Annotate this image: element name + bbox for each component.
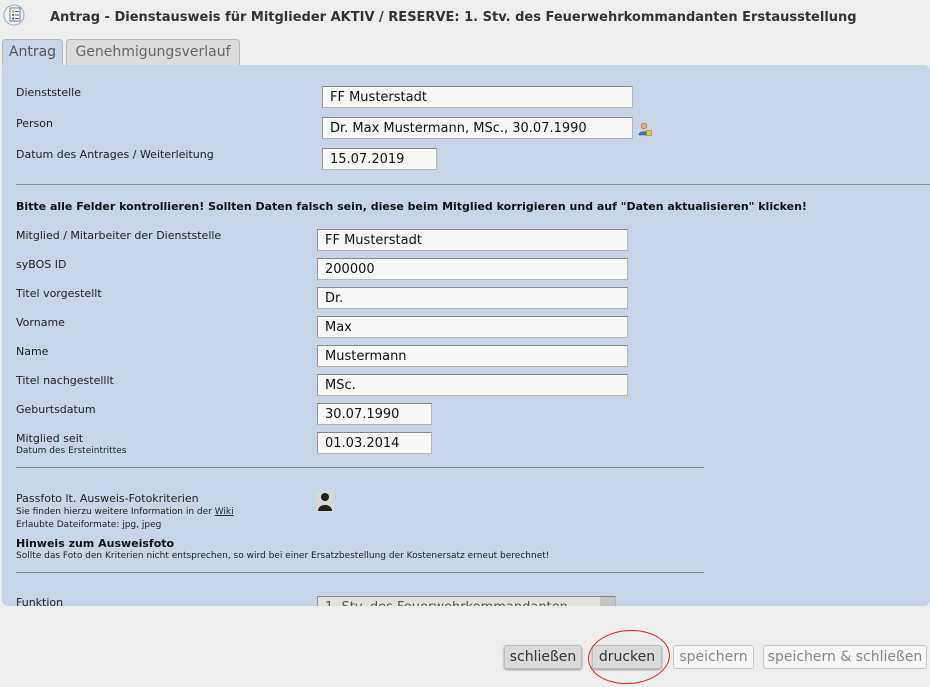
- save-button[interactable]: speichern: [673, 645, 754, 669]
- name-label: Name: [16, 345, 49, 358]
- titel-nachgestellt-field[interactable]: MSc.: [317, 374, 628, 396]
- mitglied-seit-field[interactable]: 01.03.2014: [317, 432, 432, 454]
- geburtsdatum-field[interactable]: 30.07.1990: [317, 403, 432, 425]
- antragsdatum-label: Datum des Antrages / Weiterleitung: [16, 148, 214, 161]
- tab-genehmigungsverlauf[interactable]: Genehmigungsverlauf: [66, 39, 240, 65]
- mitglied-seit-sublabel: Datum des Ersteintrittes: [16, 446, 127, 456]
- form-panel: Dienststelle FF Musterstadt Person Dr. M…: [2, 65, 930, 606]
- person-label: Person: [16, 117, 53, 130]
- person-picker-icon[interactable]: [638, 122, 652, 136]
- print-button[interactable]: drucken: [592, 645, 662, 669]
- close-button[interactable]: schließen: [504, 645, 582, 669]
- passfoto-label: Passfoto lt. Ausweis-Fotokriterien: [16, 492, 199, 505]
- passfoto-info: Sie finden hierzu weitere Information in…: [16, 507, 234, 517]
- titel-vorgestellt-field[interactable]: Dr.: [317, 287, 628, 309]
- hint-title: Hinweis zum Ausweisfoto: [16, 537, 175, 550]
- allowed-formats: Erlaubte Dateiformate: jpg, jpeg: [16, 520, 162, 530]
- titel-vorgestellt-label: Titel vorgestellt: [16, 287, 102, 300]
- tab-antrag[interactable]: Antrag: [2, 39, 63, 65]
- geburtsdatum-label: Geburtsdatum: [16, 403, 96, 416]
- funktion-scrollbar[interactable]: [600, 597, 615, 606]
- funktion-select[interactable]: 1. Stv. des Feuerwehrkommandanten: [317, 596, 616, 606]
- mitglied-label: Mitglied / Mitarbeiter der Dienststelle: [16, 229, 222, 242]
- photo-placeholder-icon[interactable]: [316, 490, 334, 512]
- name-field[interactable]: Mustermann: [317, 345, 628, 367]
- person-field[interactable]: Dr. Max Mustermann, MSc., 30.07.1990: [322, 117, 633, 139]
- dienststelle-label: Dienststelle: [16, 86, 82, 99]
- verification-notice: Bitte alle Felder kontrollieren! Sollten…: [16, 200, 807, 213]
- save-and-close-button[interactable]: speichern & schließen: [763, 645, 927, 669]
- passfoto-info-text: Sie finden hierzu weitere Information in…: [16, 507, 215, 517]
- antragsdatum-field[interactable]: 15.07.2019: [322, 148, 437, 170]
- page-title: Antrag - Dienstausweis für Mitglieder AK…: [50, 10, 857, 25]
- titel-nachgestellt-label: Titel nachgestelllt: [16, 374, 114, 387]
- divider: [16, 572, 704, 573]
- sybos-id-field[interactable]: 200000: [317, 258, 628, 280]
- mitglied-seit-label: Mitglied seit: [16, 432, 84, 445]
- hint-text: Sollte das Foto den Kriterien nicht ents…: [16, 551, 550, 561]
- app-list-icon: [2, 4, 26, 26]
- funktion-label: Funktion: [16, 596, 64, 606]
- mitglied-field[interactable]: FF Musterstadt: [317, 229, 628, 251]
- vorname-label: Vorname: [16, 316, 65, 329]
- sybos-id-label: syBOS ID: [16, 258, 67, 271]
- dienststelle-field[interactable]: FF Musterstadt: [322, 86, 633, 108]
- wiki-link[interactable]: Wiki: [215, 507, 234, 517]
- divider: [16, 184, 930, 185]
- divider: [16, 467, 704, 468]
- vorname-field[interactable]: Max: [317, 316, 628, 338]
